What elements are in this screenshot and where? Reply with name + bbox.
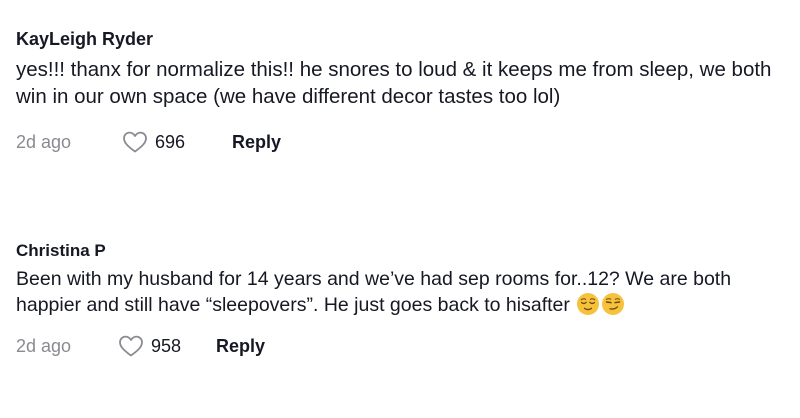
- comment-timestamp: 2d ago: [16, 335, 72, 356]
- comment-timestamp: 2d ago: [16, 131, 72, 152]
- comment-item: Christina P Been with my husband for 14 …: [16, 240, 790, 360]
- like-button[interactable]: 958: [118, 334, 216, 358]
- like-button[interactable]: 696: [122, 130, 232, 154]
- comment-author[interactable]: Christina P: [16, 240, 790, 262]
- comment-meta: 2d ago 958 Reply: [16, 332, 790, 360]
- comment-text: yes!!! thanx for normalize this!! he sno…: [16, 58, 772, 108]
- smirking-face-icon: [601, 292, 625, 316]
- comment-meta: 2d ago 696 Reply: [16, 128, 790, 156]
- reply-button[interactable]: Reply: [232, 132, 281, 153]
- heart-outline-icon[interactable]: [122, 130, 148, 154]
- comment-text-container: Been with my husband for 14 years and we…: [16, 266, 790, 318]
- heart-outline-icon[interactable]: [118, 334, 144, 358]
- reply-button[interactable]: Reply: [216, 336, 265, 357]
- relieved-face-icon: [576, 292, 600, 316]
- comment-item: KayLeigh Ryder yes!!! thanx for normaliz…: [16, 28, 790, 156]
- like-count: 696: [155, 131, 186, 152]
- comment-author[interactable]: KayLeigh Ryder: [16, 28, 790, 50]
- like-count: 958: [151, 335, 182, 356]
